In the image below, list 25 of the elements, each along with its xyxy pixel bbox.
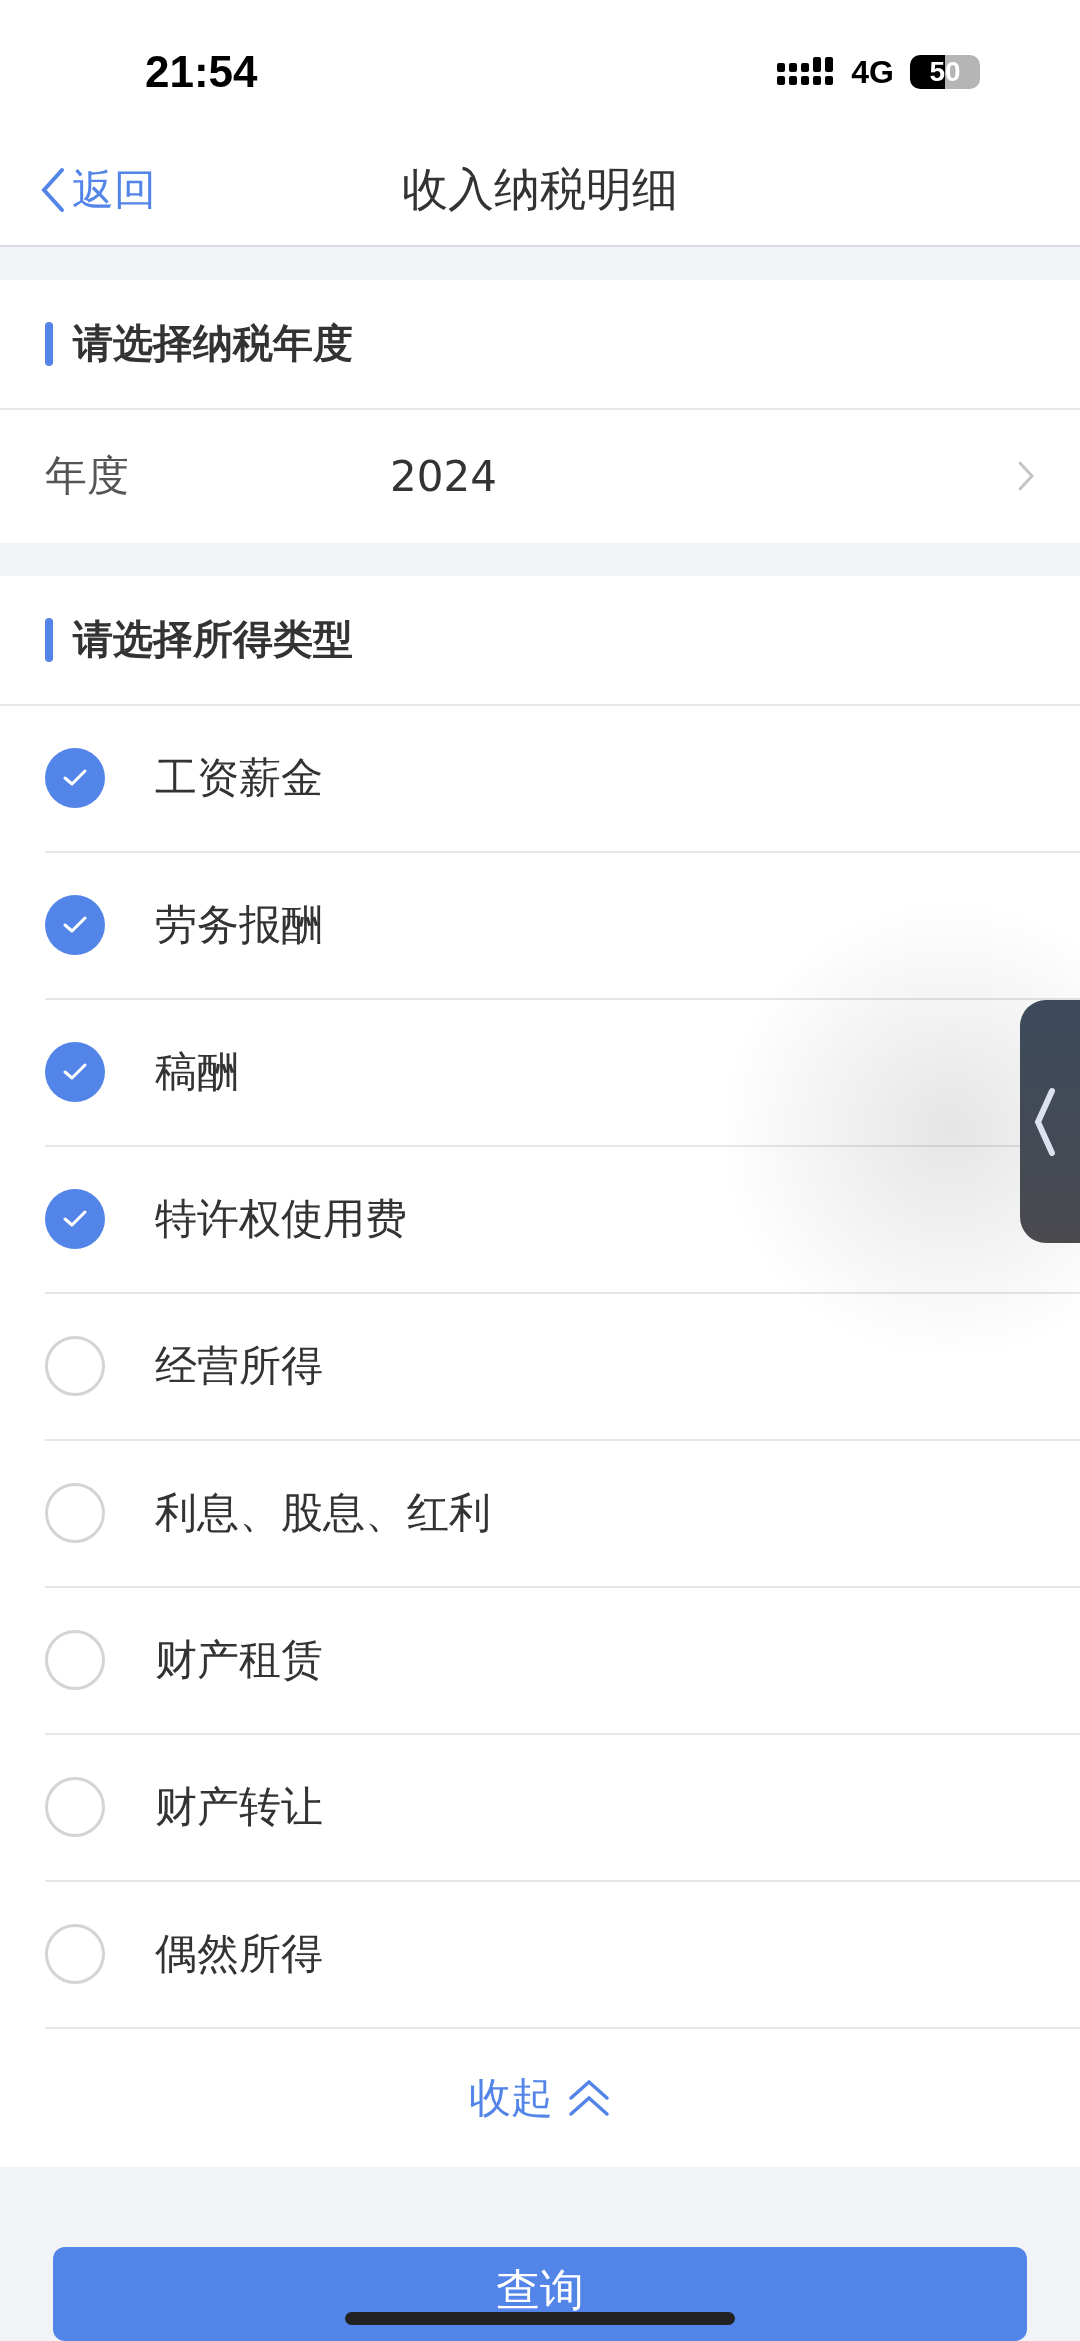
side-panel-handle[interactable] [1020, 1000, 1080, 1243]
double-chevron-up-icon [567, 2077, 611, 2118]
chevron-left-icon [1034, 1086, 1056, 1157]
chevron-left-icon [40, 166, 66, 213]
chevron-right-icon [1017, 460, 1035, 493]
income-type-label: 稿酬 [155, 1046, 239, 1099]
battery-level: 50 [929, 56, 961, 89]
status-time: 21:54 [145, 47, 258, 98]
network-label: 4G [851, 53, 894, 91]
income-type-label: 特许权使用费 [155, 1193, 407, 1246]
back-link[interactable]: 返回 [40, 161, 156, 218]
income-type-label: 劳务报酬 [155, 899, 323, 952]
section-marker [45, 617, 53, 662]
income-type-label: 工资薪金 [155, 752, 323, 805]
income-type-label: 财产转让 [155, 1781, 323, 1834]
query-button[interactable]: 查询 [53, 2246, 1027, 2341]
income-type-label: 财产租赁 [155, 1634, 323, 1687]
page-title: 收入纳税明细 [402, 160, 678, 218]
income-type-label: 经营所得 [155, 1340, 323, 1393]
income-type-label: 利息、股息、红利 [155, 1487, 491, 1540]
section-marker [45, 321, 53, 366]
section-title: 请选择纳税年度 [73, 319, 353, 369]
income-type-label: 偶然所得 [155, 1928, 323, 1981]
back-label[interactable]: 返回 [72, 161, 156, 218]
section-title: 请选择所得类型 [73, 615, 353, 665]
